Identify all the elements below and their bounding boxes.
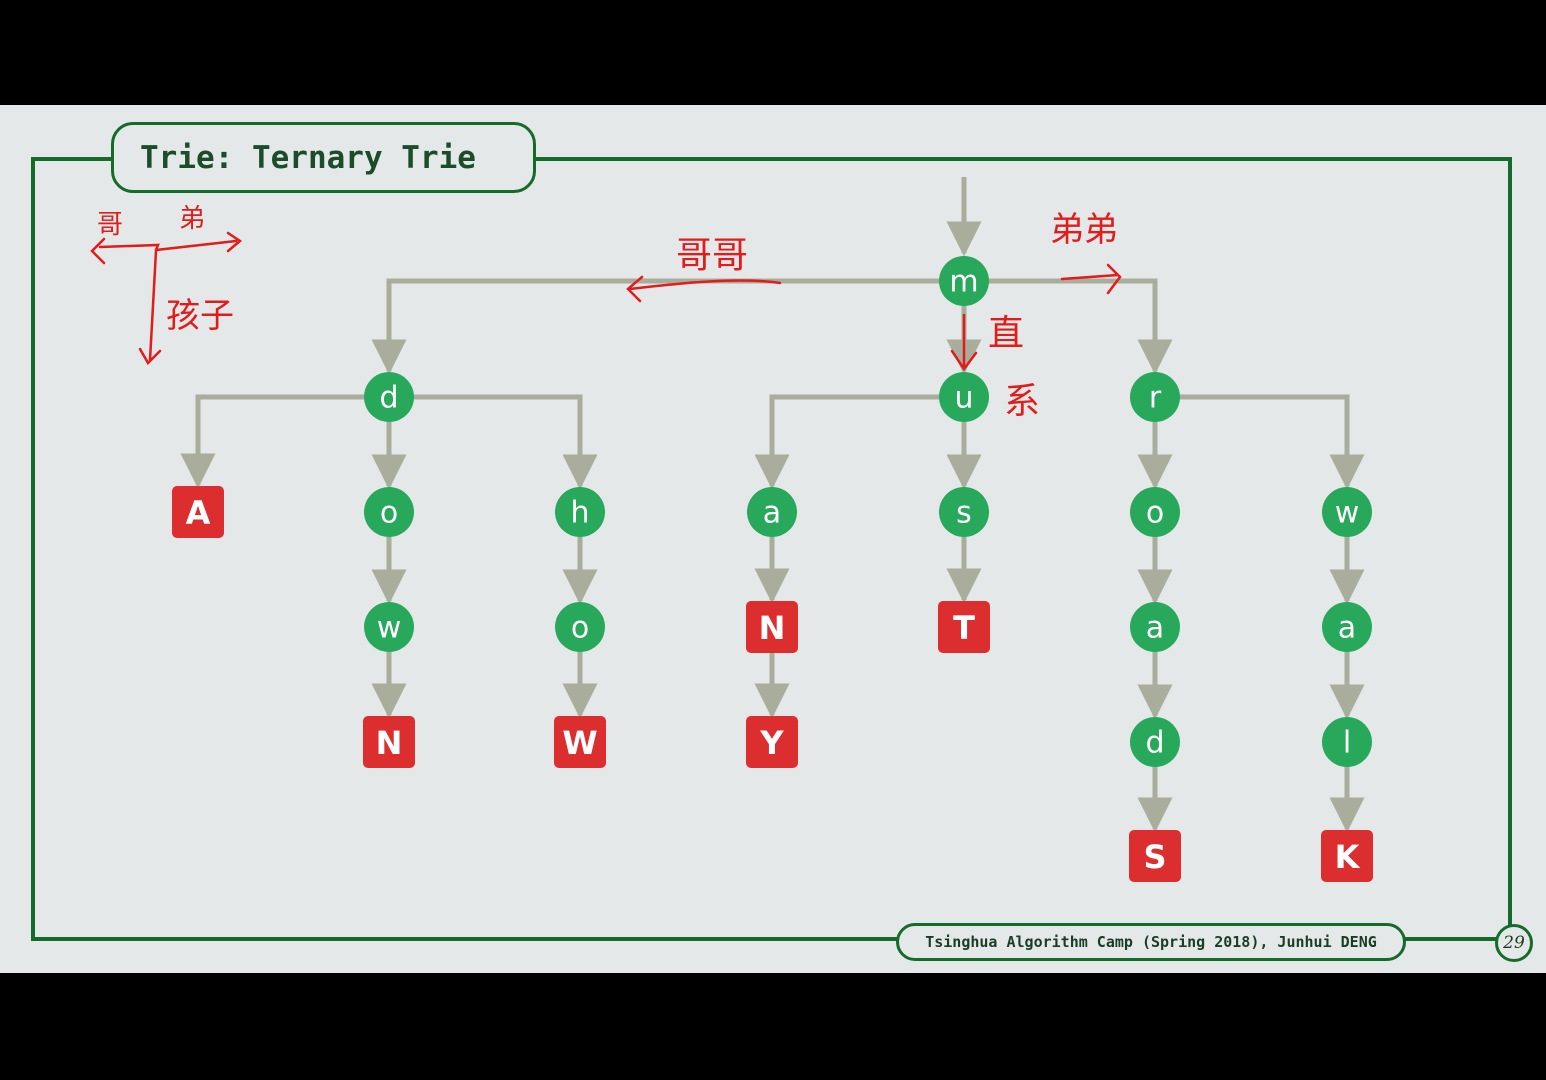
- node-label: o: [1146, 496, 1164, 531]
- direct-child-label-1: 直: [988, 313, 1024, 354]
- edge-left-m-d: [371, 278, 939, 375]
- node-label: l: [1343, 726, 1351, 761]
- node-label: h: [570, 496, 589, 531]
- trie-node-s: s: [939, 487, 989, 537]
- edge-right-d-h: [414, 394, 598, 490]
- legend-right-arrow: [154, 231, 243, 253]
- trie-node-h: h: [555, 487, 605, 537]
- older-siblings-label: 哥哥: [676, 235, 748, 276]
- legend-down-arrow: [138, 249, 162, 366]
- terminal-node-Y: Y: [746, 716, 798, 768]
- terminal-node-N1: N: [363, 716, 415, 768]
- node-label: a: [763, 496, 781, 531]
- page-number: 29: [1503, 933, 1525, 953]
- node-label: s: [956, 496, 972, 531]
- trie-node-o2: o: [555, 602, 605, 652]
- trie-node-o3: o: [1130, 487, 1180, 537]
- trie-node-o1: o: [364, 487, 414, 537]
- node-label: d: [379, 381, 398, 416]
- trie-node-w2: w: [1322, 487, 1372, 537]
- node-label: a: [1338, 611, 1356, 646]
- node-label: r: [1149, 381, 1162, 416]
- trie-node-l: l: [1322, 717, 1372, 767]
- trie-node-r: r: [1130, 372, 1180, 422]
- node-label: d: [1145, 726, 1164, 761]
- terminal-node-W: W: [554, 716, 606, 768]
- trie-node-a3: a: [1322, 602, 1372, 652]
- node-label: T: [953, 609, 975, 647]
- trie-node-d: d: [364, 372, 414, 422]
- slide: mdurAohwNoWaNYsToadSwalK 哥 弟 孩子 哥哥 弟弟 直 …: [0, 105, 1546, 973]
- node-label: u: [954, 381, 973, 416]
- legend-younger-label: 弟: [179, 204, 205, 234]
- node-label: w: [1335, 496, 1360, 531]
- trie-node-a1: a: [747, 487, 797, 537]
- direct-child-label-2: 系: [1004, 381, 1040, 422]
- trie-node-m: m: [939, 256, 989, 306]
- edge-right-r-w2: [1180, 394, 1365, 490]
- legend-older-label: 哥: [97, 210, 123, 240]
- node-label: Y: [759, 724, 784, 762]
- edge-left-u-a1: [754, 394, 939, 490]
- node-label: m: [949, 265, 978, 300]
- node-label: W: [562, 724, 597, 762]
- node-label: A: [186, 494, 211, 532]
- younger-siblings-label: 弟弟: [1050, 210, 1118, 250]
- node-label: o: [571, 611, 589, 646]
- terminal-node-T: T: [938, 601, 990, 653]
- trie-node-u: u: [939, 372, 989, 422]
- slide-footer: Tsinghua Algorithm Camp (Spring 2018), J…: [925, 933, 1377, 951]
- trie-node-a2: a: [1130, 602, 1180, 652]
- terminal-node-K: K: [1321, 830, 1373, 882]
- node-label: N: [759, 609, 786, 647]
- node-label: o: [380, 496, 398, 531]
- legend-left-arrow: [90, 237, 160, 265]
- edge-left-d-A: [180, 394, 364, 489]
- slide-footer-box: Tsinghua Algorithm Camp (Spring 2018), J…: [896, 923, 1406, 961]
- trie-node-w1: w: [364, 602, 414, 652]
- terminal-node-A: A: [172, 486, 224, 538]
- direct-child-arrow: [950, 313, 978, 372]
- slide-title: Trie: Ternary Trie: [140, 139, 476, 176]
- page-number-badge: 29: [1495, 924, 1533, 962]
- node-label: N: [376, 724, 403, 762]
- node-label: S: [1143, 838, 1166, 876]
- terminal-node-S: S: [1129, 830, 1181, 882]
- node-label: a: [1146, 611, 1164, 646]
- terminal-node-N2: N: [746, 601, 798, 653]
- slide-title-box: Trie: Ternary Trie: [111, 122, 536, 193]
- ternary-trie-diagram: md u rA o hwNoWaNYsToadSwalK 哥 弟 孩子 哥哥 弟弟 直 …: [90, 177, 1373, 882]
- legend-child-label: 孩子: [166, 296, 234, 336]
- trie-node-d2: d: [1130, 717, 1180, 767]
- node-label: K: [1335, 838, 1361, 876]
- node-label: w: [377, 611, 402, 646]
